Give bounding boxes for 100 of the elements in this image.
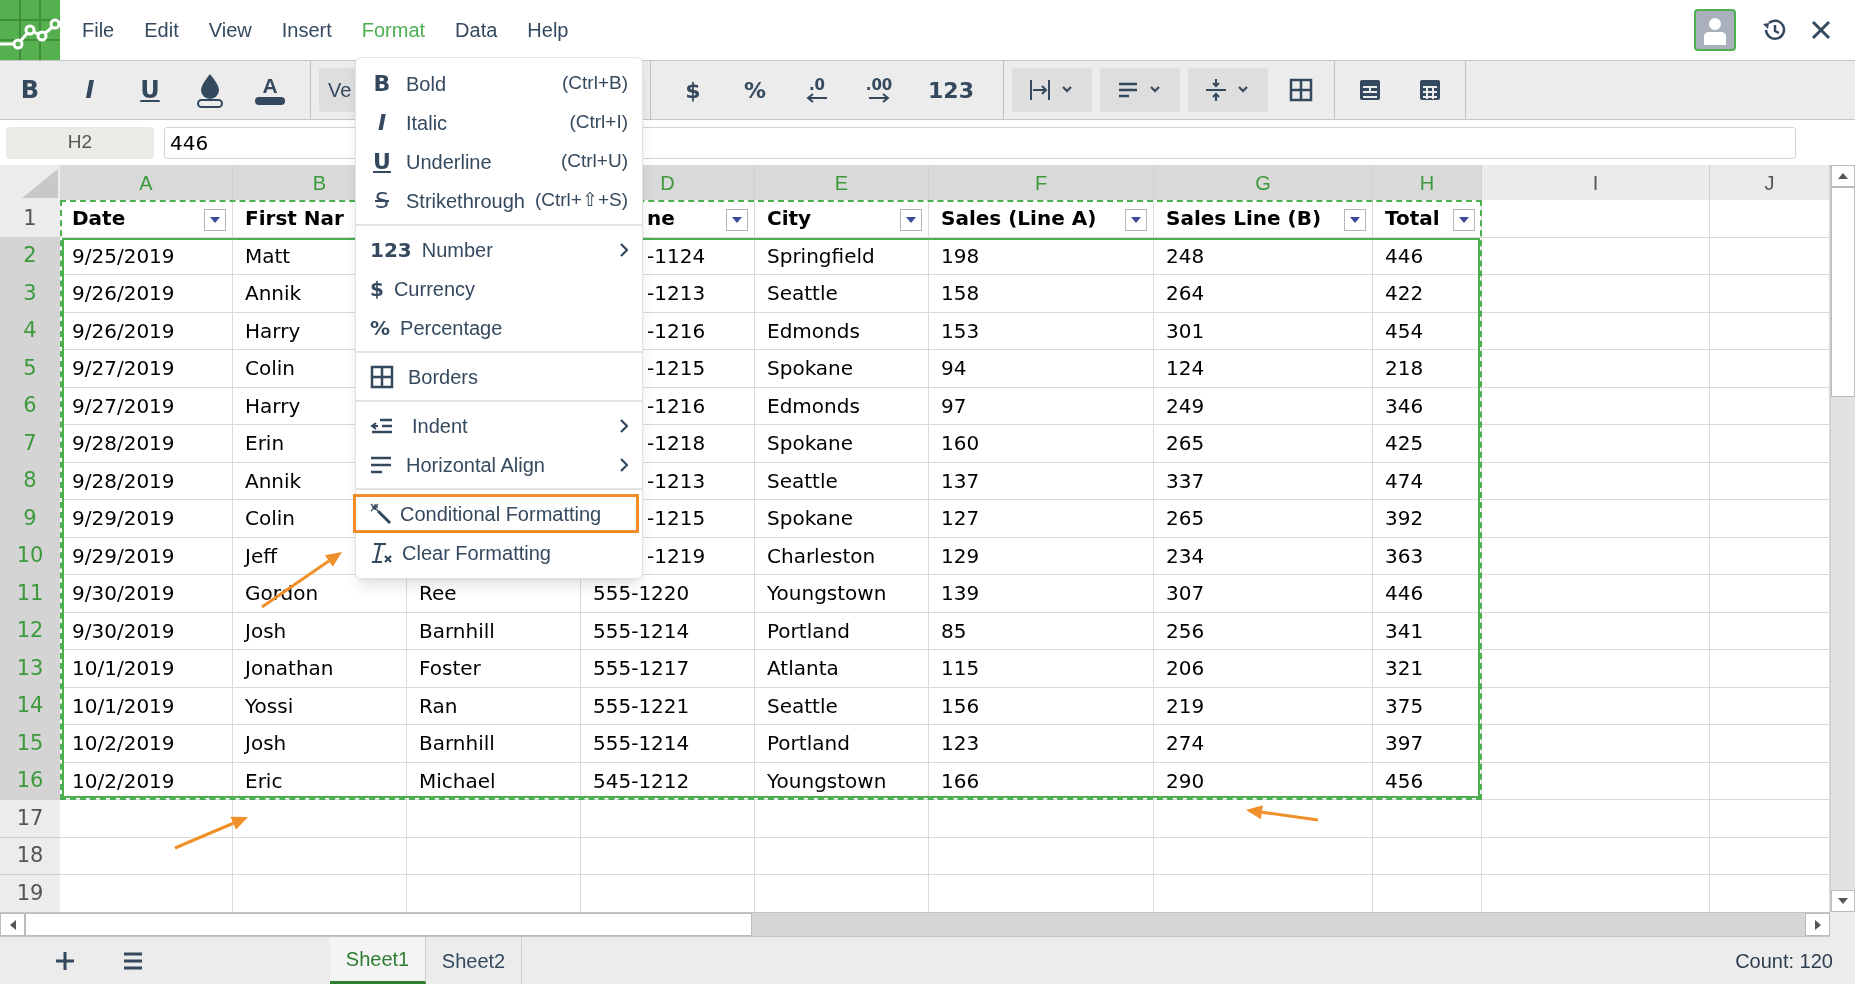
filter-button[interactable] (1125, 209, 1147, 231)
cell-text: Jeff (245, 542, 277, 570)
cell-text: 218 (1385, 355, 1424, 383)
empty-cell[interactable] (581, 800, 755, 838)
menu-item[interactable]: Borders (356, 357, 642, 396)
menu-item[interactable]: $ Currency (356, 269, 642, 308)
menu-item[interactable]: Data (455, 15, 498, 45)
menu-item[interactable]: Indent (356, 406, 642, 445)
row-header[interactable]: 18 (0, 837, 60, 875)
empty-cell[interactable] (1482, 237, 1710, 275)
filter-button[interactable] (726, 209, 748, 231)
caret-icon (1131, 217, 1141, 223)
empty-cell[interactable] (1482, 425, 1710, 463)
filter-button[interactable] (1453, 209, 1475, 231)
empty-cell[interactable] (1482, 575, 1710, 613)
cell-text: Youngstown (767, 580, 887, 608)
column-header[interactable]: J (1710, 165, 1830, 200)
scrollbar-thumb[interactable] (1831, 187, 1855, 397)
paint-drop-icon (195, 72, 225, 108)
empty-cell[interactable] (407, 837, 581, 875)
empty-cell[interactable] (755, 837, 929, 875)
menu-item[interactable]: Edit (144, 15, 179, 45)
filter-button[interactable] (1344, 209, 1366, 231)
menu-item[interactable]: B Bold (Ctrl+B) (356, 64, 642, 103)
empty-cell[interactable] (1482, 387, 1710, 425)
empty-cell[interactable] (1482, 537, 1710, 575)
cell-text: 274 (1166, 730, 1205, 758)
cell-text: -1215 (647, 505, 706, 533)
scroll-down-button[interactable] (1831, 890, 1855, 912)
vertical-align-dropdown[interactable] (1188, 68, 1268, 112)
empty-cell[interactable] (1482, 350, 1710, 388)
plus-icon (55, 950, 75, 971)
number-format-button[interactable]: $ (663, 68, 723, 112)
empty-cell[interactable] (233, 837, 407, 875)
cell-text: Spokane (767, 505, 854, 533)
decrease-decimal-button[interactable]: .0 (787, 68, 847, 112)
empty-cell[interactable] (1373, 800, 1482, 838)
align-dropdown[interactable] (1100, 68, 1180, 112)
app-logo (0, 0, 60, 60)
scrollbar-thumb[interactable] (25, 913, 752, 936)
empty-cell[interactable] (1482, 687, 1710, 725)
menu-item[interactable]: Insert (281, 15, 332, 45)
font-color-button[interactable]: A (240, 68, 300, 112)
cell-name-box[interactable]: H2 (6, 126, 154, 159)
empty-cell[interactable] (1482, 800, 1710, 838)
column-header[interactable]: I (1482, 165, 1710, 200)
empty-cell[interactable] (929, 800, 1154, 838)
italic-button[interactable]: I (60, 68, 120, 112)
empty-cell[interactable] (1373, 837, 1482, 875)
cell-text: 9/29/2019 (72, 542, 175, 570)
empty-cell[interactable] (1482, 837, 1710, 875)
format-glyph: % (370, 314, 391, 342)
scroll-right-button[interactable] (1805, 913, 1830, 936)
cell-text: Barnhill (419, 617, 495, 645)
empty-cell[interactable] (1482, 462, 1710, 500)
menu-item[interactable]: File (82, 15, 115, 45)
empty-cell[interactable] (1482, 275, 1710, 313)
empty-cell[interactable] (1482, 650, 1710, 688)
close-icon[interactable] (1810, 19, 1832, 41)
empty-cell[interactable] (1482, 200, 1710, 238)
empty-cell[interactable] (929, 837, 1154, 875)
scroll-left-button[interactable] (0, 913, 25, 936)
bold-button[interactable]: B (0, 68, 60, 112)
filter-button[interactable] (204, 209, 226, 231)
empty-cell[interactable] (1482, 725, 1710, 763)
row-header[interactable]: 17 (0, 800, 60, 838)
menu-item[interactable]: View (208, 15, 252, 45)
empty-cell[interactable] (1482, 762, 1710, 800)
menu-item[interactable]: Help (527, 15, 569, 45)
scroll-up-button[interactable] (1831, 165, 1855, 187)
menu-item[interactable]: Horizontal Align (356, 445, 642, 484)
empty-cell[interactable] (407, 800, 581, 838)
underline-button[interactable]: U (120, 68, 180, 112)
user-avatar[interactable] (1694, 9, 1736, 51)
increase-decimal-button[interactable]: .00 (849, 68, 909, 112)
row-header[interactable]: 1 (0, 200, 60, 238)
cell-text: 446 (1385, 580, 1424, 608)
empty-cell[interactable] (1154, 837, 1373, 875)
empty-cell[interactable] (755, 800, 929, 838)
cell-text: -1124 (647, 242, 706, 270)
table-icon (1358, 78, 1382, 102)
column-width-dropdown[interactable] (1012, 68, 1092, 112)
empty-cell[interactable] (581, 837, 755, 875)
select-all-corner[interactable] (0, 165, 60, 200)
cell-text: 9/27/2019 (72, 355, 175, 383)
empty-cell[interactable] (1482, 612, 1710, 650)
menu-item[interactable]: Conditional Formatting (353, 494, 639, 533)
sheet-tab[interactable]: Sheet1 (330, 937, 426, 984)
number-format-button[interactable]: % (725, 68, 785, 112)
filter-button[interactable] (900, 209, 922, 231)
cell-text: Spokane (767, 355, 854, 383)
number-format-button[interactable]: 123 (911, 68, 991, 112)
sheet-tab[interactable]: Sheet2 (426, 937, 522, 984)
menu-item[interactable]: Clear Formatting (356, 533, 642, 572)
menu-item[interactable]: % Percentage (356, 308, 642, 347)
row-header[interactable]: 19 (0, 875, 60, 912)
empty-cell[interactable] (1482, 500, 1710, 538)
cell-text: Springfield (767, 242, 875, 270)
cell-text: 265 (1166, 505, 1205, 533)
empty-cell[interactable] (1482, 312, 1710, 350)
